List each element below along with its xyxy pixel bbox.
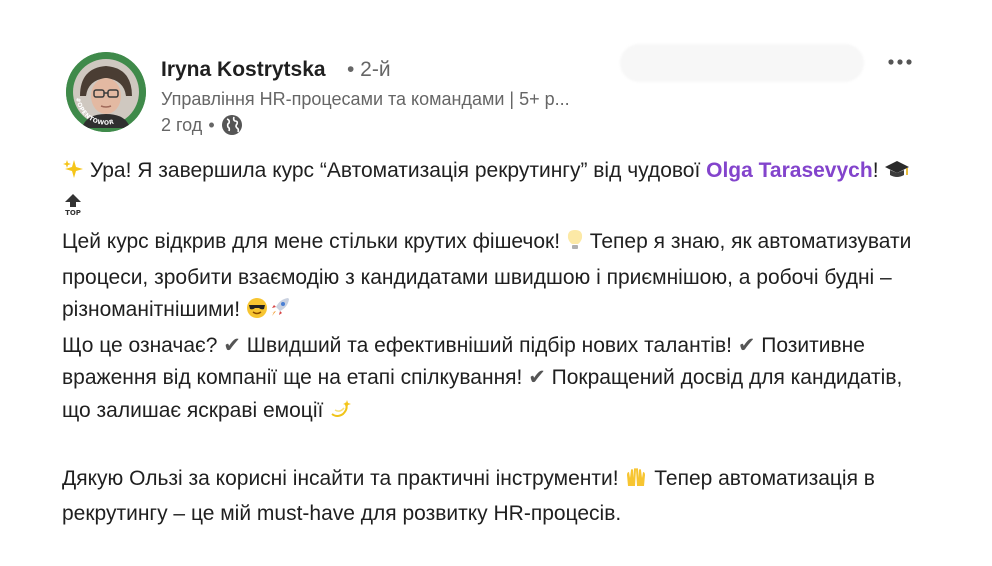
light-bulb-emoji (566, 229, 584, 262)
post-paragraph-4: Дякую Ользі за корисні інсайти та практи… (62, 463, 922, 531)
post-paragraph-3: Що це означає? ✔ Швидший та ефективніший… (62, 330, 922, 431)
author-headline: Управління HR-процесами та командами | 5… (161, 89, 570, 109)
dizzy-emoji (329, 398, 353, 431)
check-mark-icon: ✔ (737, 333, 756, 357)
globe-icon (221, 114, 243, 136)
post-paragraph-1: Ура! Я завершила курс “Автоматизація рек… (62, 155, 922, 226)
post-paragraph-2: Цей курс відкрив для мене стільки крутих… (62, 226, 922, 330)
linkedin-post: #OPENTOWORK Iryna Kostrytska • 2-й Управ… (0, 0, 992, 566)
post-text-2a: Цей курс відкрив для мене стільки крутих… (62, 230, 561, 253)
mention-link[interactable]: Olga Tarasevych (706, 159, 873, 182)
more-options-icon (888, 59, 912, 65)
post-text-4a: Дякую Ользі за корисні інсайти та практи… (62, 466, 619, 490)
svg-text:TOP: TOP (65, 209, 81, 216)
post-meta: 2 год • (161, 114, 243, 136)
raising-hands-emoji (624, 466, 648, 499)
post-time: 2 год (161, 114, 203, 135)
post-text-1b: ! (872, 159, 879, 182)
sparkles-emoji (62, 158, 84, 191)
sunglasses-face-emoji (246, 297, 268, 330)
more-options-button[interactable] (883, 50, 917, 74)
connection-degree: • 2-й (347, 58, 391, 81)
graduation-cap-emoji (884, 158, 910, 191)
author-avatar[interactable]: #OPENTOWORK (66, 52, 146, 132)
top-arrow-emoji: TOP (62, 192, 84, 227)
post-body: Ура! Я завершила курс “Автоматизація рек… (62, 155, 922, 531)
post-text-3a: Що це означає? (62, 333, 218, 357)
avatar-photo: #OPENTOWORK (66, 52, 146, 132)
check-mark-icon: ✔ (223, 333, 241, 357)
post-text-1a: Ура! Я завершила курс “Автоматизація рек… (84, 159, 707, 182)
post-text-3b: Швидший та ефективніший підбір нових тал… (240, 333, 732, 357)
rocket-emoji (268, 295, 292, 330)
obscured-header-chip (620, 44, 864, 82)
author-name[interactable]: Iryna Kostrytska (161, 58, 326, 82)
check-mark-icon: ✔ (528, 366, 546, 389)
meta-separator: • (208, 114, 215, 135)
